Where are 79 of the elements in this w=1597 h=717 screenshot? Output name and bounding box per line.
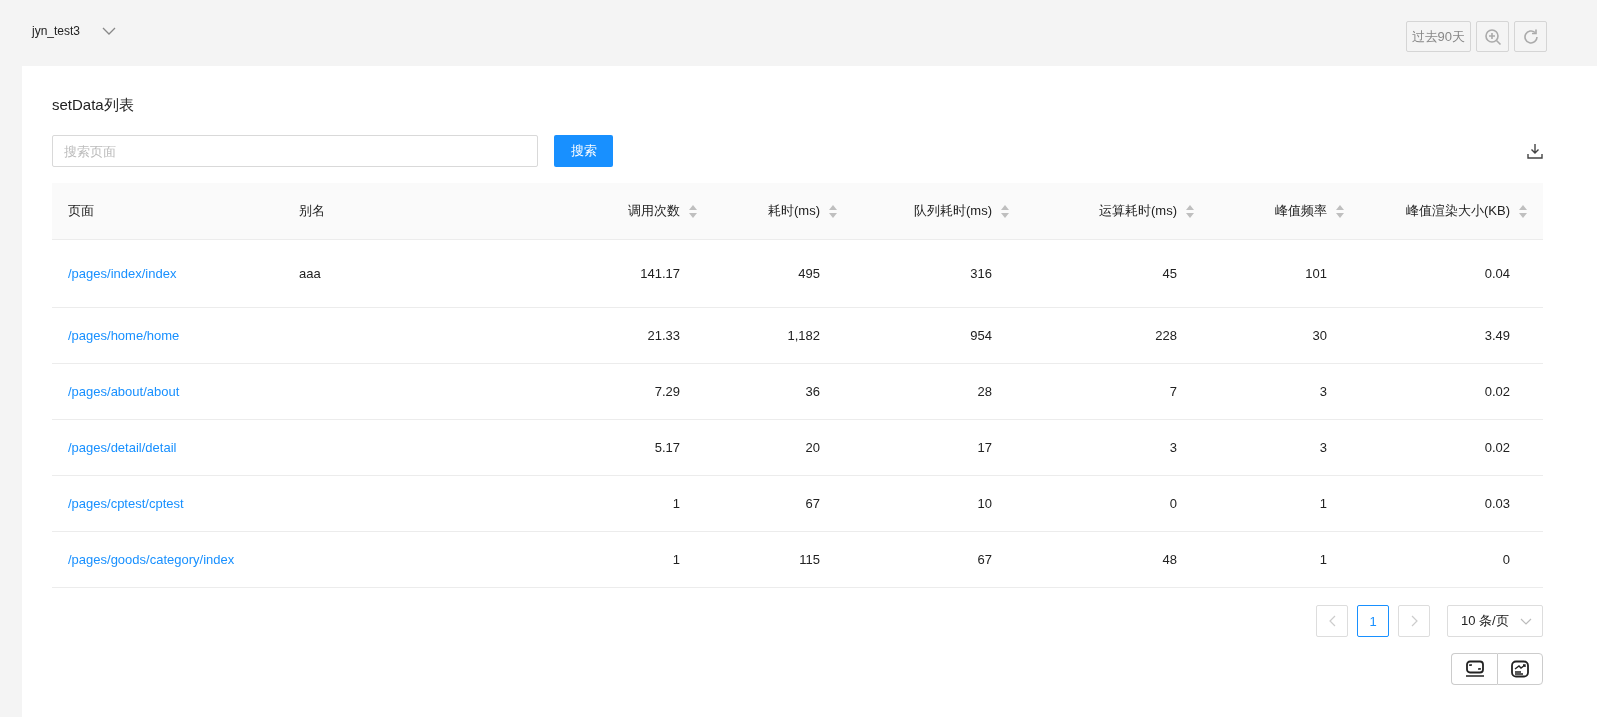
search-field[interactable]: 搜索页面 xyxy=(52,135,538,167)
column-header: 别名 xyxy=(299,202,325,220)
table-cell: 7.29 xyxy=(654,384,680,399)
table-cell: 0 xyxy=(1502,552,1510,567)
column-header[interactable]: 峰值频率 xyxy=(1275,202,1327,220)
table-cell: 0 xyxy=(1169,496,1177,511)
table-cell: 141.17 xyxy=(640,266,680,281)
table-cell: 67 xyxy=(977,552,992,567)
table-cell: 115 xyxy=(799,552,820,567)
page-link[interactable]: /pages/about/about xyxy=(68,384,180,399)
zoom-in-button[interactable] xyxy=(1476,21,1509,52)
page-size-select[interactable]: 10 条/页 xyxy=(1447,605,1543,637)
refresh-button[interactable] xyxy=(1514,21,1547,52)
page-link[interactable]: /pages/index/index xyxy=(68,266,177,281)
search-button[interactable]: 搜索 xyxy=(554,135,613,167)
date-range-button[interactable]: 过去90天 xyxy=(1405,21,1471,52)
table-cell: 10 xyxy=(977,496,992,511)
trend-chart-icon xyxy=(1510,660,1530,678)
table-cell: 20 xyxy=(805,440,820,455)
column-header[interactable]: 队列耗时(ms) xyxy=(914,202,992,220)
chevron-down-icon xyxy=(1520,617,1532,625)
next-page-button[interactable] xyxy=(1398,605,1430,637)
sort-icon[interactable] xyxy=(1186,204,1194,218)
column-header: 页面 xyxy=(68,202,94,220)
sort-icon[interactable] xyxy=(829,204,837,218)
column-header[interactable]: 耗时(ms) xyxy=(768,202,820,220)
sort-icon[interactable] xyxy=(1519,204,1527,218)
chevron-right-icon xyxy=(1410,615,1418,627)
table-cell: 28 xyxy=(977,384,992,399)
table-cell: 3 xyxy=(1169,440,1177,455)
previous-page-button[interactable] xyxy=(1316,605,1348,637)
column-header[interactable]: 调用次数 xyxy=(628,202,680,220)
screen-view-button[interactable] xyxy=(1451,653,1497,685)
table-cell: 3 xyxy=(1319,384,1327,399)
table-cell: 1 xyxy=(672,552,680,567)
table-cell: 1 xyxy=(672,496,680,511)
page-link[interactable]: /pages/goods/category/index xyxy=(68,552,235,567)
refresh-icon xyxy=(1521,27,1540,46)
table-cell: 3.49 xyxy=(1484,328,1510,343)
table-cell: 0.02 xyxy=(1484,384,1510,399)
project-name[interactable]: jyn_test3 xyxy=(32,24,81,38)
table-cell: 101 xyxy=(1305,266,1327,281)
table-cell: aaa xyxy=(299,266,321,281)
table-cell: 17 xyxy=(977,440,992,455)
table-cell: 3 xyxy=(1319,440,1327,455)
table-cell: 0.04 xyxy=(1484,266,1510,281)
table-cell: 30 xyxy=(1312,328,1327,343)
chevron-down-icon[interactable] xyxy=(102,27,117,35)
chevron-left-icon xyxy=(1328,615,1336,627)
page-link[interactable]: /pages/cptest/cptest xyxy=(68,496,184,511)
panel-title: setData列表 xyxy=(52,96,135,115)
page-link[interactable]: /pages/home/home xyxy=(68,328,180,343)
table-cell: 48 xyxy=(1162,552,1177,567)
chart-view-button[interactable] xyxy=(1497,653,1543,685)
table-cell: 67 xyxy=(805,496,820,511)
table-cell: 0.03 xyxy=(1484,496,1510,511)
table-cell: 36 xyxy=(805,384,820,399)
download-icon[interactable] xyxy=(1527,143,1543,159)
table-cell: 1,182 xyxy=(787,328,820,343)
zoom-in-icon xyxy=(1483,27,1502,46)
table-cell: 495 xyxy=(798,266,820,281)
table-cell: 228 xyxy=(1155,328,1177,343)
sort-icon[interactable] xyxy=(1001,204,1009,218)
table-cell: 5.17 xyxy=(654,440,680,455)
table-cell: 21.33 xyxy=(647,328,680,343)
table-cell: 7 xyxy=(1169,384,1177,399)
table-cell: 316 xyxy=(970,266,992,281)
table-cell: 0.02 xyxy=(1484,440,1510,455)
sort-icon[interactable] xyxy=(689,204,697,218)
column-header[interactable]: 峰值渲染大小(KB) xyxy=(1406,202,1510,220)
column-header[interactable]: 运算耗时(ms) xyxy=(1099,202,1177,220)
page-number-button[interactable]: 1 xyxy=(1357,605,1389,637)
table-cell: 45 xyxy=(1162,266,1177,281)
sort-icon[interactable] xyxy=(1336,204,1344,218)
table-cell: 1 xyxy=(1319,552,1327,567)
page-link[interactable]: /pages/detail/detail xyxy=(68,440,177,455)
monitor-icon xyxy=(1464,660,1485,678)
table-cell: 954 xyxy=(970,328,992,343)
table-cell: 1 xyxy=(1319,496,1327,511)
